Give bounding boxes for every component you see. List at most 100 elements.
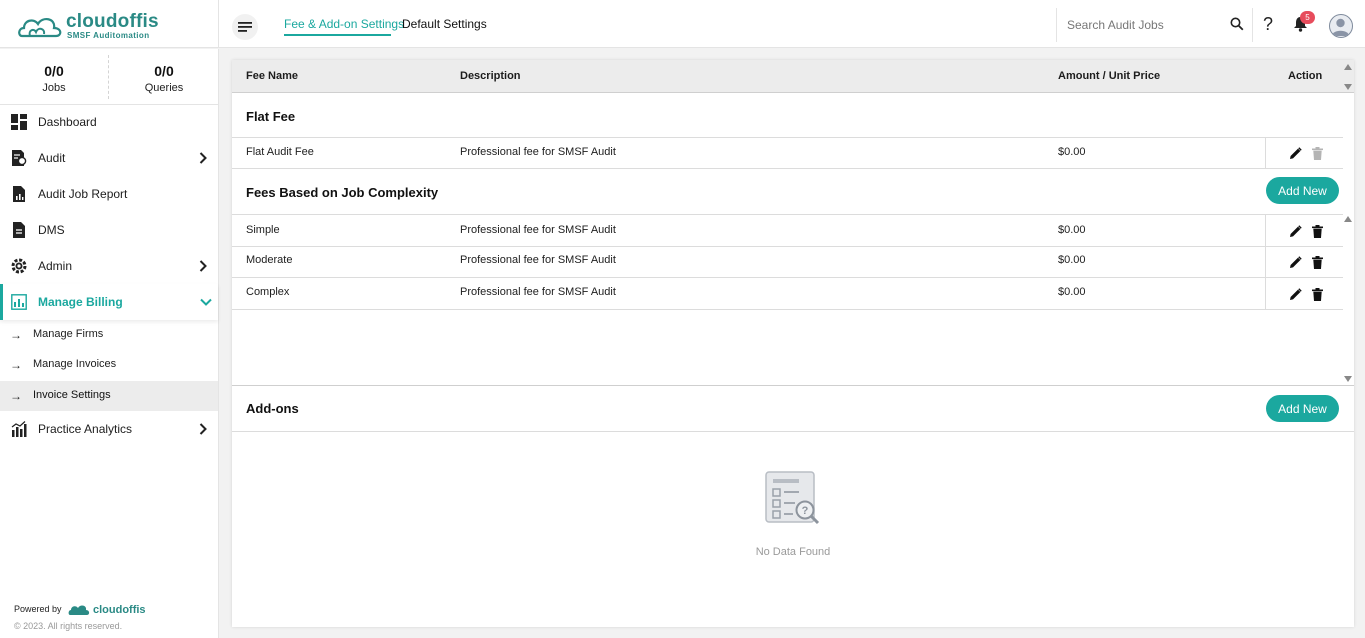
edit-pencil-icon[interactable] [1289,225,1302,238]
edit-pencil-icon[interactable] [1289,288,1302,301]
jobs-stat[interactable]: 0/0 Jobs [0,63,108,94]
column-header-amount: Amount / Unit Price [1058,70,1161,82]
sidebar-item-audit[interactable]: Audit [0,140,218,176]
scroll-up-arrow-icon[interactable] [1344,64,1352,70]
analytics-icon [11,421,27,437]
column-header-description: Description [460,70,521,82]
sidebar-subitem-manage-invoices[interactable]: → Manage Invoices [0,350,218,380]
divider [232,431,1354,432]
help-icon[interactable]: ? [1263,14,1273,35]
amount-cell: $0.00 [1058,286,1086,298]
stats-panel: 0/0 Jobs 0/0 Queries [0,49,218,105]
queries-count: 0/0 [154,63,174,79]
stats-divider [108,55,109,99]
user-avatar-icon [1332,18,1349,36]
scroll-down-arrow-icon[interactable] [1344,376,1352,382]
section-title-job-complexity: Fees Based on Job Complexity [246,185,439,200]
sidebar-subitem-invoice-settings[interactable]: → Invoice Settings [0,381,218,411]
action-divider [1265,138,1266,169]
description-cell: Professional fee for SMSF Audit [460,254,616,266]
top-bar: cloudoffis SMSF Auditomation Fee & Add-o… [0,0,1365,48]
arrow-right-icon: → [10,389,22,403]
sidebar-subitem-label: Manage Invoices [33,358,117,370]
scroll-up-arrow-icon[interactable] [1344,216,1352,222]
report-icon [13,186,25,202]
queries-stat[interactable]: 0/0 Queries [110,63,218,94]
section-title-addons: Add-ons [246,401,299,416]
column-header-fee-name: Fee Name [246,70,298,82]
table-row: Complex Professional fee for SMSF Audit … [232,278,1343,309]
sidebar-item-dms[interactable]: DMS [0,212,218,248]
add-addon-button[interactable]: Add New [1266,395,1339,422]
sidebar-item-label: Dashboard [38,115,97,129]
cloud-logo-icon [18,18,62,38]
edit-pencil-icon[interactable] [1289,256,1302,269]
tab-fee-addon-settings[interactable]: Fee & Add-on Settings [284,17,404,31]
svg-text:?: ? [802,505,809,517]
avatar[interactable] [1329,14,1353,38]
sidebar-item-audit-job-report[interactable]: Audit Job Report [0,176,218,212]
edit-pencil-icon[interactable] [1289,147,1302,160]
brand-logo[interactable]: cloudoffis SMSF Auditomation [0,0,219,48]
delete-trash-icon[interactable] [1312,256,1323,269]
action-divider [1265,278,1266,309]
fee-name-cell: Flat Audit Fee [246,146,314,158]
sidebar-item-label: Audit [38,151,66,165]
delete-trash-icon[interactable] [1312,147,1323,160]
add-complexity-fee-button[interactable]: Add New [1266,177,1339,204]
table-row: Moderate Professional fee for SMSF Audit… [232,246,1343,277]
sidebar-item-admin[interactable]: Admin [0,248,218,284]
chevron-down-icon [200,298,212,306]
sidebar-item-label: Audit Job Report [38,187,128,201]
notification-count-badge: 5 [1300,11,1315,24]
brand-name: cloudoffis [66,11,159,32]
search-icon[interactable] [1230,17,1244,31]
copyright-text: © 2023. All rights reserved. [14,621,123,631]
powered-by-label: Powered by [14,604,62,614]
chevron-right-icon [199,260,207,272]
sidebar-item-manage-billing[interactable]: Manage Billing [0,284,218,320]
search-box [1056,8,1253,42]
sidebar-subitem-label: Manage Firms [33,328,104,340]
no-data-icon: ? [765,471,820,525]
sidebar-item-practice-analytics[interactable]: Practice Analytics [0,411,218,447]
amount-cell: $0.00 [1058,224,1086,236]
document-icon [13,222,25,238]
search-input[interactable] [1067,16,1222,34]
scroll-down-arrow-icon[interactable] [1344,84,1352,90]
active-indicator [0,284,3,320]
divider [232,168,1343,169]
table-header: Fee Name Description Amount / Unit Price… [232,60,1354,93]
active-tab-indicator [284,34,391,36]
table-row: Flat Audit Fee Professional fee for SMSF… [232,138,1343,169]
billing-icon [11,294,27,310]
delete-trash-icon[interactable] [1312,225,1323,238]
column-header-action: Action [1288,70,1323,82]
amount-cell: $0.00 [1058,254,1086,266]
sidebar: 0/0 Jobs 0/0 Queries Dashboard Audit Aud… [0,49,219,638]
fee-name-cell: Simple [246,224,280,236]
fee-settings-card: Fee Name Description Amount / Unit Price… [232,60,1354,627]
dashboard-icon [11,114,27,130]
sidebar-item-label: Admin [38,259,73,273]
description-cell: Professional fee for SMSF Audit [460,146,616,158]
action-divider [1265,215,1266,246]
sidebar-item-dashboard[interactable]: Dashboard [0,104,218,140]
description-cell: Professional fee for SMSF Audit [460,224,616,236]
arrow-right-icon: → [10,358,22,372]
sidebar-item-label: Manage Billing [38,295,123,309]
tab-default-settings[interactable]: Default Settings [402,17,487,31]
amount-cell: $0.00 [1058,146,1086,158]
fee-name-cell: Moderate [246,254,293,266]
action-divider [1265,246,1266,277]
powered-by-brand: cloudoffis [93,604,146,616]
menu-toggle-button[interactable] [232,14,258,40]
jobs-count: 0/0 [44,63,64,79]
sidebar-subitem-manage-firms[interactable]: → Manage Firms [0,320,218,350]
sidebar-item-label: DMS [38,223,65,237]
gear-icon [11,258,27,274]
no-data-message: No Data Found [755,546,831,558]
chevron-right-icon [199,152,207,164]
delete-trash-icon[interactable] [1312,288,1323,301]
sidebar-item-label: Practice Analytics [38,422,133,436]
